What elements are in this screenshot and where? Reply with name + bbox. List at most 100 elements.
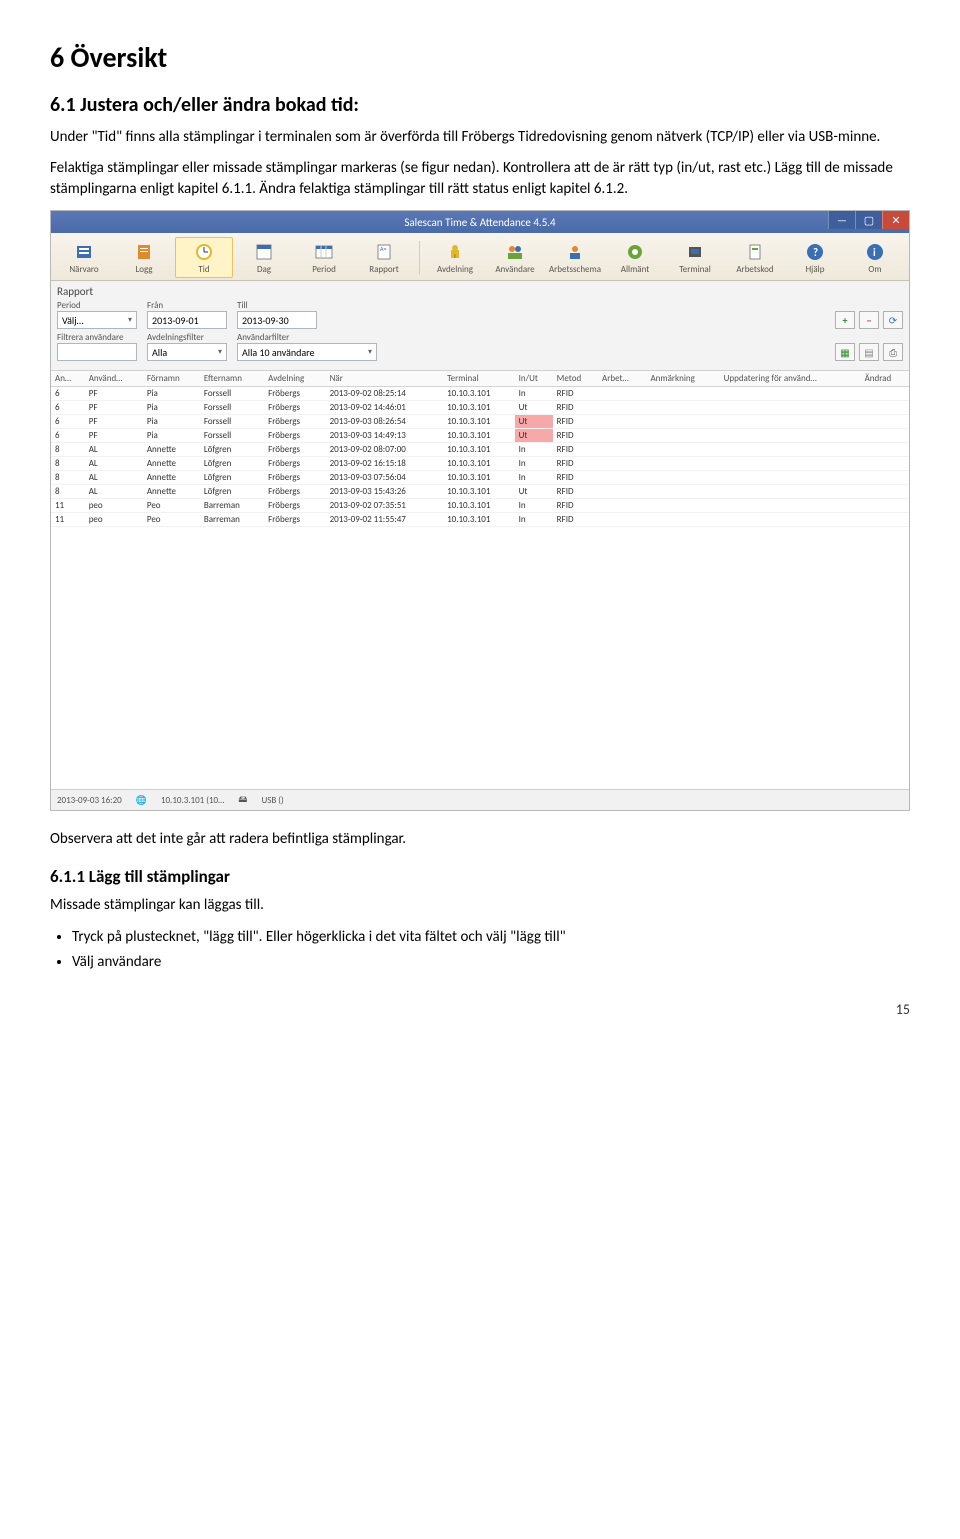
table-cell: Annette	[143, 485, 200, 499]
period-icon	[296, 240, 352, 264]
rapport-icon: A=	[356, 240, 412, 264]
table-cell: Forssell	[200, 401, 264, 415]
ribbon-item-närvaro[interactable]: Närvaro	[55, 237, 113, 278]
table-cell	[598, 485, 646, 499]
table-header[interactable]: Avdelning	[264, 371, 325, 387]
table-header[interactable]: Arbet…	[598, 371, 646, 387]
table-header[interactable]: Metod	[553, 371, 598, 387]
table-cell: 6	[51, 415, 85, 429]
to-date-input[interactable]: 2013-09-30	[237, 311, 317, 329]
table-empty-area[interactable]	[51, 527, 909, 790]
filter-section-title: Rapport	[57, 285, 903, 298]
ribbon-item-arbetskod[interactable]: Arbetskod	[726, 237, 784, 278]
table-row[interactable]: 6PFPiaForssellFröbergs2013-09-02 08:25:1…	[51, 387, 909, 401]
table-row[interactable]: 11peoPeoBarremanFröbergs2013-09-02 07:35…	[51, 499, 909, 513]
table-cell: 6	[51, 429, 85, 443]
stampings-table[interactable]: An…Använd…FörnamnEfternamnAvdelningNärTe…	[51, 371, 909, 789]
app-window: Salescan Time & Attendance 4.5.4 — ▢ ✕ N…	[50, 210, 910, 811]
table-cell: 10.10.3.101	[443, 429, 515, 443]
status-usb: USB ()	[261, 795, 283, 806]
ribbon-item-användare[interactable]: Användare	[486, 237, 544, 278]
period-select[interactable]: Välj…	[57, 311, 137, 329]
table-cell: In	[515, 443, 553, 457]
table-cell: RFID	[553, 401, 598, 415]
window-maximize-button[interactable]: ▢	[855, 211, 882, 229]
window-close-button[interactable]: ✕	[882, 211, 909, 229]
arbetskod-icon	[727, 240, 783, 264]
table-cell	[598, 401, 646, 415]
table-cell: 8	[51, 471, 85, 485]
logg-icon	[116, 240, 172, 264]
ribbon-item-tid[interactable]: Tid	[175, 237, 233, 278]
table-cell: 10.10.3.101	[443, 499, 515, 513]
ribbon-item-avdelning[interactable]: Avdelning	[426, 237, 484, 278]
ribbon-item-hjälp[interactable]: ?Hjälp	[786, 237, 844, 278]
dept-filter-label: Avdelningsfilter	[147, 332, 227, 343]
ribbon-item-logg[interactable]: Logg	[115, 237, 173, 278]
table-cell: 10.10.3.101	[443, 415, 515, 429]
ribbon-item-allmänt[interactable]: Allmänt	[606, 237, 664, 278]
table-cell: 6	[51, 401, 85, 415]
print-button[interactable]: ⎙	[883, 343, 903, 361]
export-excel-button[interactable]: ▦	[835, 343, 855, 361]
table-header[interactable]: In/Ut	[515, 371, 553, 387]
table-header[interactable]: Ändrad	[861, 371, 909, 387]
table-cell	[861, 499, 909, 513]
ribbon-item-arbetsschema[interactable]: Arbetsschema	[546, 237, 604, 278]
ribbon-item-label: Rapport	[356, 264, 412, 275]
table-cell: 10.10.3.101	[443, 387, 515, 401]
status-bar: 2013-09-03 16:20 🌐 10.10.3.101 (10… 🖴 US…	[51, 789, 909, 810]
table-cell	[646, 415, 719, 429]
refresh-button[interactable]: ⟳	[883, 311, 903, 329]
table-header[interactable]: Uppdatering för använd…	[720, 371, 861, 387]
table-cell	[861, 443, 909, 457]
table-cell: AL	[85, 485, 143, 499]
table-header[interactable]: Efternamn	[200, 371, 264, 387]
table-cell: Annette	[143, 443, 200, 457]
table-row[interactable]: 6PFPiaForssellFröbergs2013-09-02 14:46:0…	[51, 401, 909, 415]
ribbon-item-label: Allmänt	[607, 264, 663, 275]
from-date-input[interactable]: 2013-09-01	[147, 311, 227, 329]
table-cell	[861, 429, 909, 443]
table-header[interactable]: Använd…	[85, 371, 143, 387]
ribbon-item-dag[interactable]: Dag	[235, 237, 293, 278]
table-row[interactable]: 6PFPiaForssellFröbergs2013-09-03 08:26:5…	[51, 415, 909, 429]
table-row[interactable]: 8ALAnnetteLöfgrenFröbergs2013-09-02 16:1…	[51, 457, 909, 471]
ribbon-item-label: Terminal	[667, 264, 723, 275]
table-cell: 11	[51, 513, 85, 527]
table-row[interactable]: 11peoPeoBarremanFröbergs2013-09-02 11:55…	[51, 513, 909, 527]
ribbon-toolbar: NärvaroLoggTidDagPeriodA=Rapport Avdelnin…	[51, 233, 909, 281]
filter-user-input[interactable]	[57, 343, 137, 361]
dept-filter-select[interactable]: Alla	[147, 343, 227, 361]
heading-2: 6.1 Justera och/eller ändra bokad tid:	[50, 93, 910, 117]
ribbon-item-period[interactable]: Period	[295, 237, 353, 278]
table-header[interactable]: An…	[51, 371, 85, 387]
table-row[interactable]: 6PFPiaForssellFröbergs2013-09-03 14:49:1…	[51, 429, 909, 443]
ribbon-item-terminal[interactable]: Terminal	[666, 237, 724, 278]
remove-button[interactable]: −	[859, 311, 879, 329]
om-icon: i	[847, 240, 903, 264]
from-label: Från	[147, 300, 227, 311]
export-button[interactable]: ▤	[859, 343, 879, 361]
add-button[interactable]: +	[835, 311, 855, 329]
table-header[interactable]: Förnamn	[143, 371, 200, 387]
ribbon-item-om[interactable]: iOm	[846, 237, 904, 278]
window-minimize-button[interactable]: —	[828, 211, 855, 229]
table-header[interactable]: Terminal	[443, 371, 515, 387]
table-row[interactable]: 8ALAnnetteLöfgrenFröbergs2013-09-03 15:4…	[51, 485, 909, 499]
period-label: Period	[57, 300, 137, 311]
user-filter-select[interactable]: Alla 10 användare	[237, 343, 377, 361]
window-titlebar[interactable]: Salescan Time & Attendance 4.5.4 — ▢ ✕	[51, 211, 909, 233]
table-cell	[646, 387, 719, 401]
dag-icon	[236, 240, 292, 264]
table-cell: Peo	[143, 499, 200, 513]
table-row[interactable]: 8ALAnnetteLöfgrenFröbergs2013-09-03 07:5…	[51, 471, 909, 485]
närvaro-icon	[56, 240, 112, 264]
table-cell	[720, 513, 861, 527]
table-row[interactable]: 8ALAnnetteLöfgrenFröbergs2013-09-02 08:0…	[51, 443, 909, 457]
table-header[interactable]: Anmärkning	[646, 371, 719, 387]
ribbon-item-rapport[interactable]: A=Rapport	[355, 237, 413, 278]
ribbon-item-label: Arbetsschema	[547, 264, 603, 275]
table-header[interactable]: När	[326, 371, 443, 387]
table-cell	[861, 401, 909, 415]
